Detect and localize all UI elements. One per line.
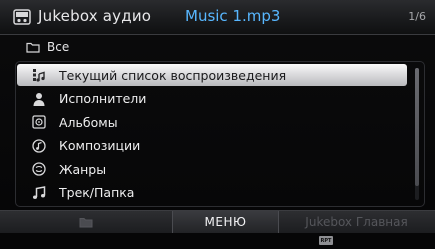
app-title: Jukebox аудио [38, 7, 152, 25]
menu-item-artists[interactable]: Исполнители [17, 87, 407, 111]
status-strip: RPT [0, 233, 435, 249]
menu-item-label: Исполнители [59, 91, 147, 107]
menu-item-label: Композиции [59, 138, 141, 154]
artist-icon [31, 91, 47, 107]
song-icon [31, 138, 47, 154]
menu-list: Текущий список воспроизведения Исполните… [17, 64, 407, 205]
folder-icon [26, 42, 40, 53]
tab-menu[interactable]: МЕНЮ [172, 211, 279, 233]
header-bar: Jukebox аудио Music 1.mp3 1/6 [0, 0, 435, 35]
menu-item-track-folder[interactable]: Трек/Папка [17, 181, 407, 205]
list-scrollbar[interactable] [415, 68, 419, 200]
tab-folder[interactable] [0, 211, 172, 233]
menu-item-label: Жанры [59, 161, 107, 177]
now-playing-list-icon [31, 67, 47, 83]
folder-label: Все [47, 40, 70, 54]
bottom-tab-bar: МЕНЮ Jukebox Главная [0, 210, 435, 233]
menu-list-panel: Текущий список воспроизведения Исполните… [15, 61, 425, 207]
menu-item-genres[interactable]: Жанры [17, 158, 407, 182]
tab-jukebox-main-label: Jukebox Главная [305, 215, 408, 229]
jukebox-icon [13, 9, 31, 25]
page-counter: 1/6 [408, 10, 426, 23]
genre-icon [31, 161, 47, 177]
current-track-name: Music 1.mp3 [185, 7, 281, 25]
tab-jukebox-main[interactable]: Jukebox Главная [278, 211, 435, 233]
tab-menu-label: МЕНЮ [204, 215, 247, 229]
music-note-icon [31, 185, 47, 201]
jukebox-screen: Jukebox аудио Music 1.mp3 1/6 Все Текущи… [0, 0, 435, 249]
scrollbar-thumb[interactable] [415, 68, 419, 186]
album-icon [31, 114, 47, 130]
folder-breadcrumb[interactable]: Все [0, 36, 435, 60]
menu-item-albums[interactable]: Альбомы [17, 111, 407, 135]
menu-item-songs[interactable]: Композиции [17, 134, 407, 158]
menu-item-label: Текущий список воспроизведения [59, 67, 287, 83]
menu-item-label: Альбомы [59, 114, 118, 130]
menu-item-label: Трек/Папка [59, 185, 135, 201]
folder-icon [79, 217, 93, 227]
repeat-icon: RPT [319, 236, 333, 245]
menu-item-now-playing-list[interactable]: Текущий список воспроизведения [17, 64, 407, 86]
